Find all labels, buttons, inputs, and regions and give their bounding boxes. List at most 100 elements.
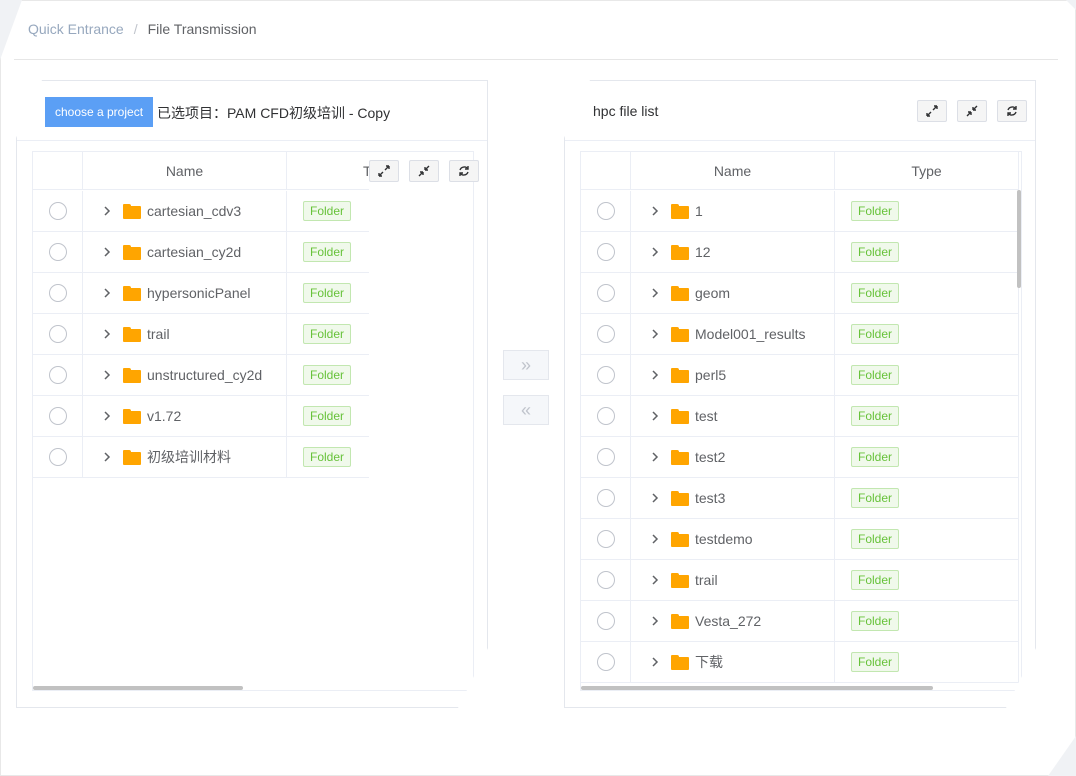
left-horizontal-scrollbar[interactable] bbox=[33, 686, 243, 690]
chevron-right-icon[interactable] bbox=[103, 287, 113, 299]
file-name[interactable]: geom bbox=[695, 285, 730, 301]
radio-icon[interactable] bbox=[596, 612, 615, 630]
radio-icon[interactable] bbox=[596, 284, 615, 302]
table-row[interactable]: trail Folder bbox=[581, 560, 1019, 601]
transfer-to-left-button[interactable]: « bbox=[503, 395, 549, 425]
table-row[interactable]: geom Folder bbox=[581, 273, 1019, 314]
table-row[interactable]: cartesian_cy2d Folder bbox=[33, 232, 369, 273]
chevron-right-icon[interactable] bbox=[103, 410, 113, 422]
radio-icon[interactable] bbox=[596, 325, 615, 343]
table-row[interactable]: hypersonicPanel Folder bbox=[33, 273, 369, 314]
file-name[interactable]: trail bbox=[147, 326, 170, 342]
file-name[interactable]: trail bbox=[695, 572, 718, 588]
type-badge: Folder bbox=[851, 529, 900, 549]
chevron-right-icon[interactable] bbox=[103, 328, 113, 340]
right-refresh-button[interactable] bbox=[997, 100, 1027, 122]
chevron-right-icon[interactable] bbox=[651, 574, 661, 586]
chevron-right-icon[interactable] bbox=[651, 205, 661, 217]
right-compress-button[interactable] bbox=[957, 100, 987, 122]
right-vertical-scrollbar[interactable] bbox=[1017, 190, 1021, 288]
table-row[interactable]: test2 Folder bbox=[581, 437, 1019, 478]
choose-project-button[interactable]: choose a project bbox=[45, 97, 153, 127]
left-refresh-button[interactable] bbox=[449, 160, 479, 182]
name-column-header[interactable]: Name bbox=[631, 152, 835, 190]
folder-icon bbox=[123, 285, 141, 301]
chevron-right-icon[interactable] bbox=[651, 328, 661, 340]
table-row[interactable]: Vesta_272 Folder bbox=[581, 601, 1019, 642]
transfer-to-right-button[interactable]: » bbox=[503, 350, 549, 380]
radio-icon[interactable] bbox=[48, 325, 67, 343]
name-column-header[interactable]: Name bbox=[83, 152, 287, 190]
radio-icon[interactable] bbox=[596, 571, 615, 589]
radio-icon[interactable] bbox=[48, 366, 67, 384]
chevron-right-icon[interactable] bbox=[651, 656, 661, 668]
radio-icon[interactable] bbox=[596, 202, 615, 220]
file-name[interactable]: test3 bbox=[695, 490, 725, 506]
table-row[interactable]: perl5 Folder bbox=[581, 355, 1019, 396]
table-row[interactable]: 1 Folder bbox=[581, 191, 1019, 232]
radio-icon[interactable] bbox=[596, 653, 615, 671]
chevron-right-icon[interactable] bbox=[651, 369, 661, 381]
row-select-cell bbox=[581, 314, 631, 354]
left-compress-button[interactable] bbox=[409, 160, 439, 182]
radio-icon[interactable] bbox=[48, 243, 67, 261]
file-name[interactable]: hypersonicPanel bbox=[147, 285, 251, 301]
file-name[interactable]: unstructured_cy2d bbox=[147, 367, 262, 383]
chevron-right-icon[interactable] bbox=[651, 246, 661, 258]
table-row[interactable]: test Folder bbox=[581, 396, 1019, 437]
type-column-header[interactable]: Type bbox=[835, 152, 1019, 190]
radio-icon[interactable] bbox=[48, 202, 67, 220]
table-row[interactable]: testdemo Folder bbox=[581, 519, 1019, 560]
chevron-right-icon[interactable] bbox=[651, 492, 661, 504]
chevron-right-icon[interactable] bbox=[651, 410, 661, 422]
chevron-right-icon[interactable] bbox=[103, 205, 113, 217]
breadcrumb-quick-entrance[interactable]: Quick Entrance bbox=[28, 21, 124, 37]
file-name[interactable]: perl5 bbox=[695, 367, 726, 383]
chevron-right-icon[interactable] bbox=[651, 533, 661, 545]
table-row[interactable]: 初级培训材料 Folder bbox=[33, 437, 369, 478]
file-name[interactable]: 初级培训材料 bbox=[147, 447, 231, 467]
radio-icon[interactable] bbox=[48, 407, 67, 425]
radio-icon[interactable] bbox=[596, 448, 615, 466]
table-row[interactable]: unstructured_cy2d Folder bbox=[33, 355, 369, 396]
table-row[interactable]: test3 Folder bbox=[581, 478, 1019, 519]
file-name[interactable]: Model001_results bbox=[695, 326, 806, 342]
file-name[interactable]: 下载 bbox=[695, 652, 723, 672]
file-name[interactable]: v1.72 bbox=[147, 408, 181, 424]
file-name[interactable]: Vesta_272 bbox=[695, 613, 761, 629]
radio-icon[interactable] bbox=[596, 530, 615, 548]
chevron-right-icon[interactable] bbox=[103, 369, 113, 381]
right-expand-button[interactable] bbox=[917, 100, 947, 122]
left-expand-button[interactable] bbox=[369, 160, 399, 182]
type-badge: Folder bbox=[851, 447, 900, 467]
table-row[interactable]: trail Folder bbox=[33, 314, 369, 355]
chevron-right-icon[interactable] bbox=[651, 451, 661, 463]
radio-icon[interactable] bbox=[48, 448, 67, 466]
radio-icon[interactable] bbox=[596, 243, 615, 261]
right-horizontal-scrollbar[interactable] bbox=[581, 686, 933, 690]
file-name[interactable]: 12 bbox=[695, 244, 711, 260]
table-row[interactable]: cartesian_cdv3 Folder bbox=[33, 191, 369, 232]
type-badge: Folder bbox=[851, 406, 900, 426]
table-row[interactable]: 12 Folder bbox=[581, 232, 1019, 273]
chevron-right-icon[interactable] bbox=[651, 615, 661, 627]
chevron-right-icon[interactable] bbox=[651, 287, 661, 299]
row-name-cell: v1.72 bbox=[83, 396, 287, 436]
chevron-right-icon[interactable] bbox=[103, 451, 113, 463]
radio-icon[interactable] bbox=[596, 366, 615, 384]
table-row[interactable]: Model001_results Folder bbox=[581, 314, 1019, 355]
file-name[interactable]: cartesian_cdv3 bbox=[147, 203, 241, 219]
file-name[interactable]: 1 bbox=[695, 203, 703, 219]
radio-icon[interactable] bbox=[596, 407, 615, 425]
radio-icon[interactable] bbox=[596, 489, 615, 507]
table-row[interactable]: 下载 Folder bbox=[581, 642, 1019, 683]
file-name[interactable]: test bbox=[695, 408, 718, 424]
table-row[interactable]: v1.72 Folder bbox=[33, 396, 369, 437]
radio-icon[interactable] bbox=[48, 284, 67, 302]
chevron-right-icon[interactable] bbox=[103, 246, 113, 258]
row-select-cell bbox=[33, 314, 83, 354]
file-name[interactable]: test2 bbox=[695, 449, 725, 465]
file-name[interactable]: cartesian_cy2d bbox=[147, 244, 241, 260]
type-column-header[interactable]: T bbox=[287, 152, 369, 190]
file-name[interactable]: testdemo bbox=[695, 531, 753, 547]
